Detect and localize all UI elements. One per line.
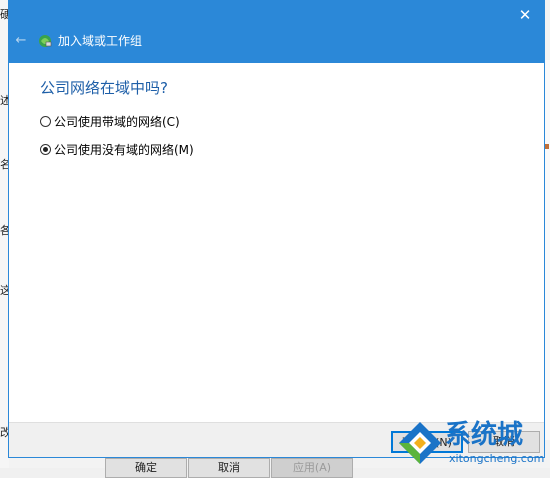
watermark-brand: 系统城 [445, 420, 524, 450]
site-watermark: 系统城 xitongcheng.com [393, 418, 550, 468]
option-label[interactable]: 公司使用带域的网络(C) [54, 113, 180, 130]
option-domain-network[interactable]: 公司使用带域的网络(C) [40, 113, 180, 130]
option-label[interactable]: 公司使用没有域的网络(M) [54, 141, 194, 158]
page-question: 公司网络在域中吗? [40, 79, 168, 97]
title-bar: ✕ ← 加入域或工作组 [9, 1, 544, 63]
option-no-domain-network[interactable]: 公司使用没有域的网络(M) [40, 141, 194, 158]
back-arrow-icon[interactable]: ← [13, 33, 29, 49]
radio-icon[interactable] [40, 116, 51, 127]
watermark-url: xitongcheng.com [449, 452, 545, 465]
network-computer-icon [39, 35, 52, 47]
background-cancel-button[interactable]: 取消 [188, 458, 270, 478]
close-icon[interactable]: ✕ [514, 4, 536, 26]
join-domain-dialog: ✕ ← 加入域或工作组 公司网络在域中吗? 公司使用带域的网络(C) 公司使用没… [8, 0, 545, 458]
radio-selected-icon[interactable] [40, 144, 51, 155]
background-ok-button[interactable]: 确定 [105, 458, 187, 478]
wizard-title: 加入域或工作组 [58, 34, 143, 48]
watermark-logo-icon [399, 422, 441, 464]
background-apply-button: 应用(A) [271, 458, 353, 478]
